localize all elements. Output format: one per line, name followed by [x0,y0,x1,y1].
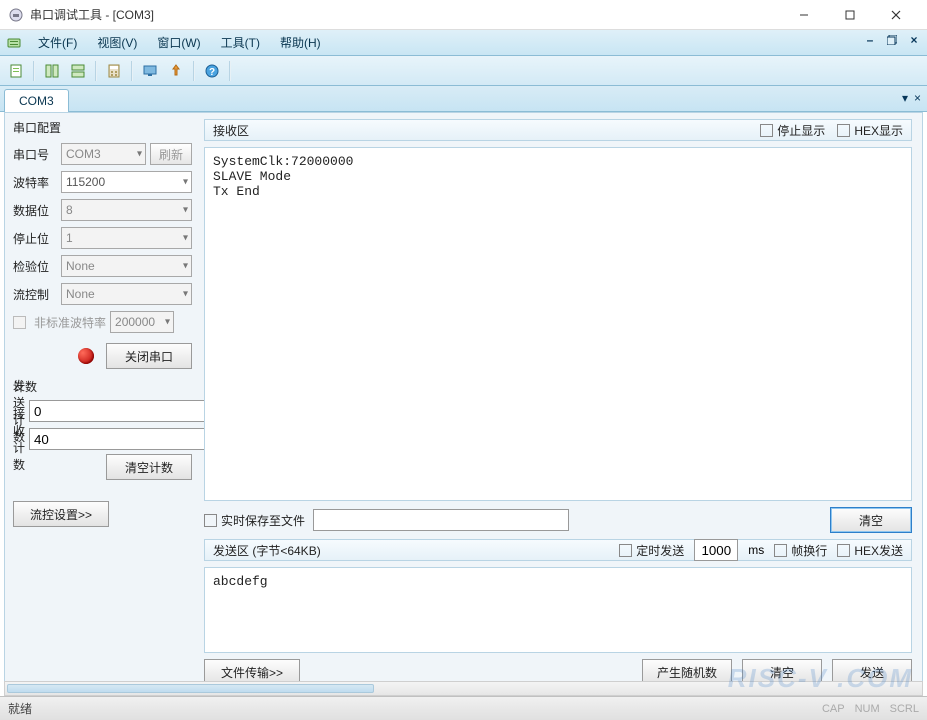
timed-send-label: 定时发送 [636,542,684,559]
menu-help[interactable]: 帮助(H) [270,31,331,54]
tab-com3[interactable]: COM3 [4,89,69,112]
title-bar: 串口调试工具 - [COM3] [0,0,927,30]
parity-select[interactable]: None▾ [61,255,192,277]
config-title: 串口配置 [13,119,192,136]
flow-settings-button[interactable]: 流控设置>> [13,501,109,527]
maximize-button[interactable] [827,0,873,30]
recv-textarea[interactable]: SystemClk:72000000 SLAVE Mode Tx End [204,147,912,501]
frame-wrap-checkbox[interactable] [774,544,787,557]
menu-tools[interactable]: 工具(T) [211,31,270,54]
svg-text:?: ? [209,67,215,78]
menu-file[interactable]: 文件(F) [28,31,87,54]
flow-label: 流控制 [13,286,57,303]
close-button[interactable] [873,0,919,30]
send-textarea[interactable]: abcdefg [204,567,912,653]
counter-title: 计数 [13,378,192,395]
send-title: 发送区 (字节<64KB) [213,542,609,559]
config-panel: 串口配置 串口号 COM3▾ 刷新 波特率 115200▾ 数据位 8▾ 停止位… [5,113,200,691]
recv-title: 接收区 [213,122,748,139]
stop-display-label: 停止显示 [777,122,825,139]
nonstd-checkbox[interactable] [13,316,26,329]
status-num: NUM [855,703,880,715]
tab-close-icon[interactable]: × [914,91,921,105]
tool-pin-icon[interactable] [164,59,188,83]
mdi-minimize-button[interactable]: – [863,33,877,47]
hex-send-label: HEX发送 [854,542,903,559]
tool-tile-h-icon[interactable] [40,59,64,83]
toolbar: ? [0,56,927,86]
refresh-button[interactable]: 刷新 [150,143,192,165]
port-label: 串口号 [13,146,57,163]
parity-label: 检验位 [13,258,57,275]
send-count-field[interactable] [29,400,216,422]
stopbits-select[interactable]: 1▾ [61,227,192,249]
status-cap: CAP [822,703,845,715]
tool-tile-v-icon[interactable] [66,59,90,83]
window-title: 串口调试工具 - [COM3] [30,6,781,23]
menu-bar: 文件(F) 视图(V) 窗口(W) 工具(T) 帮助(H) – × [0,30,927,56]
status-ready: 就绪 [8,700,32,717]
scrollbar-horizontal[interactable] [4,681,923,696]
menu-window[interactable]: 窗口(W) [147,31,210,54]
right-panel: 接收区 停止显示 HEX显示 SystemClk:72000000 SLAVE … [200,113,922,691]
hex-display-checkbox[interactable] [837,124,850,137]
mdi-close-button[interactable]: × [907,33,921,47]
status-scrl: SCRL [890,703,919,715]
databits-label: 数据位 [13,202,57,219]
save-file-path[interactable] [313,509,569,531]
mdi-restore-button[interactable] [885,33,899,47]
tool-monitor-icon[interactable] [138,59,162,83]
workspace: 串口配置 串口号 COM3▾ 刷新 波特率 115200▾ 数据位 8▾ 停止位… [4,112,923,692]
databits-select[interactable]: 8▾ [61,199,192,221]
baud-select[interactable]: 115200▾ [61,171,192,193]
mdi-app-icon [6,35,22,51]
menu-view[interactable]: 视图(V) [87,31,147,54]
stop-display-checkbox[interactable] [760,124,773,137]
stopbits-label: 停止位 [13,230,57,247]
timed-send-checkbox[interactable] [619,544,632,557]
recv-clear-button[interactable]: 清空 [830,507,912,533]
app-icon [8,7,24,23]
recv-count-field[interactable] [29,428,216,450]
tool-calc-icon[interactable] [102,59,126,83]
flow-select[interactable]: None▾ [61,283,192,305]
port-select[interactable]: COM3▾ [61,143,146,165]
minimize-button[interactable] [781,0,827,30]
baud-label: 波特率 [13,174,57,191]
nonstd-label: 非标准波特率 [34,314,106,331]
hex-display-label: HEX显示 [854,122,903,139]
save-file-label: 实时保存至文件 [221,512,305,529]
tool-new-icon[interactable] [4,59,28,83]
status-bar: 就绪 CAP NUM SCRL [0,696,927,720]
recv-header: 接收区 停止显示 HEX显示 [204,119,912,141]
save-file-checkbox[interactable] [204,514,217,527]
tab-dropdown-icon[interactable]: ▾ [902,91,908,105]
timed-unit: ms [748,543,764,557]
doc-tab-bar: COM3 ▾ × [0,86,927,112]
clear-counter-button[interactable]: 清空计数 [106,454,192,480]
tool-help-icon[interactable]: ? [200,59,224,83]
send-header: 发送区 (字节<64KB) 定时发送 ms 帧换行 HEX发送 [204,539,912,561]
hex-send-checkbox[interactable] [837,544,850,557]
port-status-indicator [78,348,94,364]
frame-wrap-label: 帧换行 [791,542,827,559]
timed-value-field[interactable] [694,539,738,561]
nonstd-select[interactable]: 200000▾ [110,311,174,333]
close-port-button[interactable]: 关闭串口 [106,343,192,369]
